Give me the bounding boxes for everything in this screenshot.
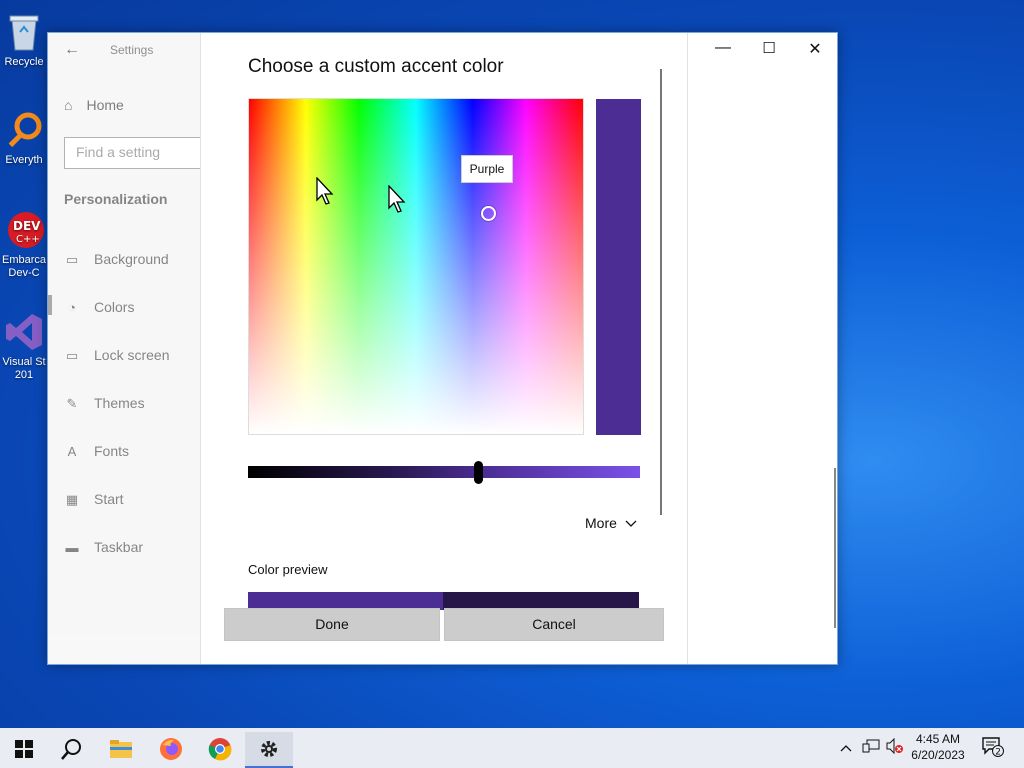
sidebar-item-label: Fonts bbox=[94, 443, 130, 459]
themes-icon: ✎ bbox=[66, 396, 78, 411]
sidebar-item-label: Home bbox=[86, 97, 124, 113]
sidebar-item-background[interactable]: ▭ Background bbox=[64, 251, 169, 267]
sidebar-item-home[interactable]: ⌂ Home bbox=[64, 97, 124, 113]
done-button[interactable]: Done bbox=[224, 608, 440, 641]
clock-date: 6/20/2023 bbox=[911, 748, 965, 762]
dialog-scrollbar[interactable] bbox=[660, 69, 662, 515]
image-icon: ▭ bbox=[65, 252, 79, 267]
chevron-up-icon[interactable] bbox=[840, 740, 852, 755]
settings-icon bbox=[261, 741, 277, 757]
search-input[interactable]: Find a setting bbox=[64, 137, 214, 169]
selected-color-swatch bbox=[596, 99, 641, 435]
taskbar-search-button[interactable] bbox=[48, 732, 96, 766]
taskbar-icon: ▬ bbox=[65, 540, 79, 555]
system-clock[interactable]: 4:45 AM 6/20/2023 bbox=[906, 731, 970, 763]
file-explorer-icon bbox=[110, 740, 132, 758]
sidebar-item-label: Colors bbox=[94, 299, 135, 315]
color-preview-label: Color preview bbox=[248, 562, 328, 577]
desktop-icon-label: Visual St 201 bbox=[2, 356, 46, 381]
clock-time: 4:45 AM bbox=[915, 732, 961, 746]
settings-window: ← Settings ⌂ Home Find a setting Persona… bbox=[47, 32, 838, 665]
window-title: Settings bbox=[110, 43, 154, 57]
sidebar-item-fonts[interactable]: A Fonts bbox=[64, 443, 129, 459]
notification-icon: 2 bbox=[982, 737, 1004, 758]
search-placeholder: Find a setting bbox=[76, 144, 161, 160]
color-picker-handle[interactable] bbox=[481, 206, 496, 221]
cancel-button[interactable]: Cancel bbox=[444, 608, 664, 641]
notification-count: 2 bbox=[995, 748, 1001, 758]
desktop-icon-label: Recycle bbox=[4, 56, 44, 68]
svg-text:DEV: DEV bbox=[13, 219, 41, 233]
more-label: More bbox=[585, 515, 617, 531]
sidebar-item-themes[interactable]: ✎ Themes bbox=[64, 395, 145, 411]
notifications-button[interactable]: 2 bbox=[982, 737, 1004, 760]
sidebar-item-lock-screen[interactable]: ▭ Lock screen bbox=[64, 347, 170, 363]
desktop-icon-recycle-bin[interactable]: Recycle bbox=[0, 6, 48, 86]
taskbar-settings[interactable] bbox=[245, 732, 293, 768]
color-name-tooltip: Purple bbox=[461, 155, 513, 183]
svg-text:C++: C++ bbox=[16, 234, 40, 245]
desktop-icon-everything[interactable]: Everyth bbox=[0, 104, 48, 184]
chevron-down-icon bbox=[625, 515, 637, 531]
sidebar-item-taskbar[interactable]: ▬ Taskbar bbox=[64, 539, 144, 555]
brightness-slider[interactable] bbox=[248, 461, 640, 484]
color-spectrum-picker[interactable]: Purple bbox=[248, 98, 584, 435]
devcpp-icon: DEV C++ bbox=[4, 208, 44, 252]
custom-color-dialog: Choose a custom accent color Purple More… bbox=[200, 33, 688, 664]
desktop-icon-label: Everyth bbox=[5, 154, 43, 166]
windows-logo-icon bbox=[15, 740, 33, 758]
start-icon: ▦ bbox=[65, 492, 79, 507]
recycle-bin-icon bbox=[4, 10, 44, 54]
back-arrow-icon[interactable]: ← bbox=[64, 41, 80, 59]
start-button[interactable] bbox=[0, 732, 48, 766]
visual-studio-icon bbox=[4, 310, 44, 354]
network-icon[interactable] bbox=[862, 738, 880, 757]
window-scrollbar[interactable] bbox=[834, 468, 836, 628]
lock-screen-icon: ▭ bbox=[65, 348, 79, 363]
desktop-icon-label: Embarca Dev-C bbox=[1, 254, 47, 279]
mouse-pointer-icon bbox=[388, 185, 406, 213]
fonts-icon: A bbox=[67, 444, 77, 459]
desktop-icon-visual-studio[interactable]: Visual St 201 bbox=[0, 306, 48, 386]
everything-search-icon bbox=[4, 108, 44, 152]
taskbar-firefox[interactable] bbox=[147, 732, 195, 766]
maximize-button[interactable]: ☐ bbox=[754, 39, 784, 59]
window-right-area: — ☐ ✕ bbox=[688, 33, 837, 664]
sidebar-item-label: Start bbox=[94, 491, 124, 507]
more-button[interactable]: More bbox=[585, 515, 637, 531]
sidebar: ← Settings ⌂ Home Find a setting Persona… bbox=[48, 33, 214, 664]
firefox-icon bbox=[160, 738, 182, 760]
taskbar-file-explorer[interactable] bbox=[97, 732, 145, 766]
sidebar-item-colors[interactable]: ◔ Colors bbox=[64, 299, 134, 315]
close-button[interactable]: ✕ bbox=[800, 39, 830, 59]
minimize-button[interactable]: — bbox=[708, 39, 738, 59]
taskbar: 4:45 AM 6/20/2023 2 bbox=[0, 728, 1024, 768]
volume-muted-icon[interactable] bbox=[886, 737, 904, 757]
brightness-slider-thumb[interactable] bbox=[474, 461, 484, 484]
section-title: Personalization bbox=[64, 191, 168, 207]
sidebar-item-label: Taskbar bbox=[94, 539, 144, 555]
sidebar-item-label: Themes bbox=[94, 395, 145, 411]
sidebar-item-start[interactable]: ▦ Start bbox=[64, 491, 124, 507]
mouse-pointer-icon bbox=[316, 177, 334, 205]
palette-icon: ◔ bbox=[68, 300, 76, 315]
search-icon bbox=[61, 739, 81, 760]
dialog-title: Choose a custom accent color bbox=[248, 56, 504, 77]
sidebar-item-label: Background bbox=[94, 251, 169, 267]
desktop-icon-devcpp[interactable]: DEV C++ Embarca Dev-C bbox=[0, 204, 48, 284]
home-icon: ⌂ bbox=[64, 97, 73, 113]
active-indicator bbox=[48, 295, 52, 315]
taskbar-chrome[interactable] bbox=[196, 732, 244, 766]
chrome-icon bbox=[208, 738, 232, 761]
sidebar-item-label: Lock screen bbox=[94, 347, 170, 363]
